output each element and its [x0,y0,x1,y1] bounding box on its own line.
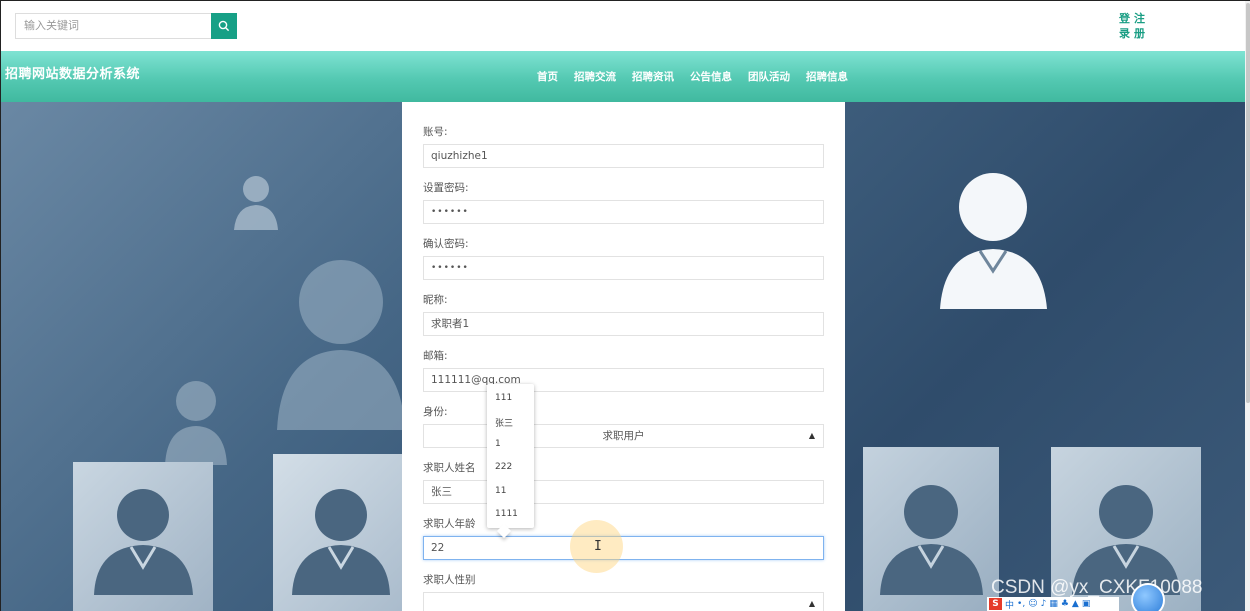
login-text-2: 录 [1119,27,1130,40]
autocomplete-option[interactable]: 111 [495,393,512,403]
nickname-input[interactable]: 求职者1 [423,312,824,336]
autocomplete-option[interactable]: 1111 [495,509,518,519]
auth-links: 登 录 注 册 [1117,11,1149,41]
watermark: CSDN @yx_CXKF10088 [991,577,1203,598]
role-selected-value: 求职用户 [602,430,645,442]
name-input[interactable]: 张三 [423,480,824,504]
nav-announcements[interactable]: 公告信息 [690,69,732,84]
toolbox-icon[interactable]: ▲ [1072,599,1079,609]
search-icon [218,20,230,32]
password-label: 设置密码: [423,182,469,194]
search-button[interactable] [211,13,237,39]
nav-job-info[interactable]: 招聘信息 [806,69,848,84]
nav-recruit-exchange[interactable]: 招聘交流 [574,69,616,84]
register-text-1: 注 [1134,12,1145,25]
ime-mode-label[interactable]: 中 [1005,598,1014,611]
age-label: 求职人年龄 [423,518,476,530]
punctuation-icon[interactable]: •, [1017,599,1025,609]
login-text-1: 登 [1119,12,1130,25]
name-label: 求职人姓名 [423,462,476,474]
autocomplete-option[interactable]: 张三 [495,416,513,429]
register-form: 账号: qiuzhizhe1 设置密码: •••••• 确认密码: ••••••… [402,102,845,611]
autocomplete-option[interactable]: 11 [495,486,506,496]
nav-recruit-news[interactable]: 招聘资讯 [632,69,674,84]
person-icon [234,176,278,230]
grid-icon[interactable]: ▣ [1082,599,1091,609]
age-input[interactable]: 22 [423,536,824,560]
password-input[interactable]: •••••• [423,200,824,224]
text-cursor-icon: I [594,539,602,554]
nav-bar: 招聘网站数据分析系统 首页 招聘交流 招聘资讯 公告信息 团队活动 招聘信息 [1,51,1245,102]
top-bar: 输入关键词 登 录 注 册 [1,1,1249,51]
role-label: 身份: [423,406,448,418]
autocomplete-dropdown: 111 张三 1 222 11 1111 [487,384,534,539]
skin-icon[interactable]: ♣ [1061,599,1069,609]
account-label: 账号: [423,126,448,138]
main-menu: 首页 招聘交流 招聘资讯 公告信息 团队活动 招聘信息 [537,69,848,84]
register-text-2: 册 [1134,27,1145,40]
search-input[interactable]: 输入关键词 [15,13,211,39]
person-icon [94,489,193,595]
confirm-password-input[interactable]: •••••• [423,256,824,280]
nav-team-activities[interactable]: 团队活动 [748,69,790,84]
register-link[interactable]: 注 册 [1132,11,1147,41]
floating-assistant-icon[interactable] [1131,583,1165,611]
sogou-icon: S [989,598,1002,610]
site-title: 招聘网站数据分析系统 [5,67,141,82]
role-select[interactable]: 求职用户 ▲ [423,424,824,448]
autocomplete-option[interactable]: 1 [495,439,501,449]
mic-icon[interactable]: ♪ [1041,599,1047,609]
autocomplete-option[interactable]: 222 [495,462,512,472]
nav-home[interactable]: 首页 [537,69,558,84]
confirm-password-label: 确认密码: [423,238,469,250]
person-icon [880,485,983,595]
emoji-icon[interactable]: ☺ [1028,599,1037,609]
keyboard-icon[interactable]: ▦ [1049,599,1058,609]
email-label: 邮箱: [423,350,448,362]
gender-label: 求职人性别 [423,574,476,586]
page-scrollbar-thumb[interactable] [1246,3,1250,403]
select-arrows-icon: ▲ [808,431,815,440]
ime-toolbar[interactable]: S 中 •, ☺ ♪ ▦ ♣ ▲ ▣ [987,597,1119,611]
person-icon [165,381,227,465]
person-icon [940,173,1047,309]
login-link[interactable]: 登 录 [1117,11,1132,41]
account-input[interactable]: qiuzhizhe1 [423,144,824,168]
gender-select[interactable]: ▲ [423,592,824,611]
nickname-label: 昵称: [423,294,448,306]
select-arrows-icon: ▲ [808,599,815,608]
person-icon [277,260,405,430]
person-icon [292,489,390,595]
email-input[interactable]: 111111@qq.com [423,368,824,392]
